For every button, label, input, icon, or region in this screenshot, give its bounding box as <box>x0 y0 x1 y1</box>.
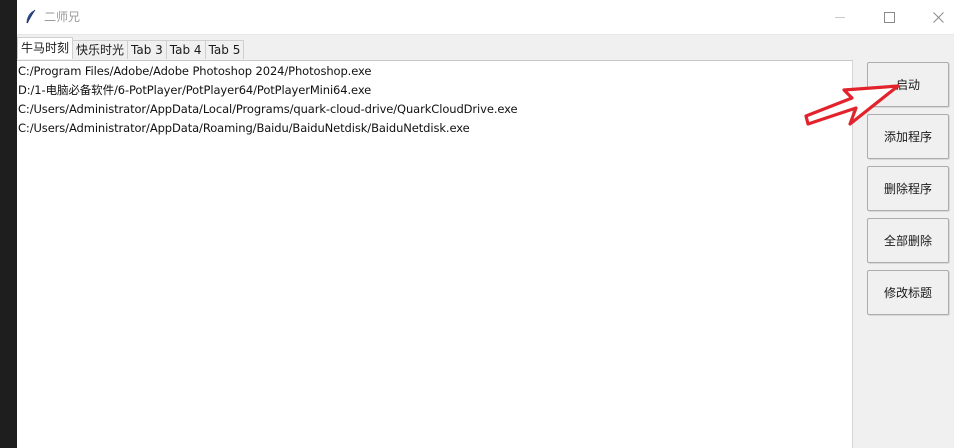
tab-3[interactable]: Tab 3 <box>127 40 167 59</box>
red-arrow-icon <box>804 84 900 126</box>
title-bar[interactable]: 二师兄 <box>17 0 954 35</box>
list-item[interactable]: C:/Users/Administrator/AppData/Roaming/B… <box>17 119 852 138</box>
maximize-icon <box>883 11 895 23</box>
edit-title-button[interactable]: 修改标题 <box>867 270 949 315</box>
program-listbox[interactable]: C:/Program Files/Adobe/Adobe Photoshop 2… <box>17 60 853 448</box>
tab-4[interactable]: Tab 4 <box>165 40 206 59</box>
list-item[interactable]: C:/Program Files/Adobe/Adobe Photoshop 2… <box>17 62 852 81</box>
tab-bar: 牛马时刻 快乐时光 Tab 3 Tab 4 Tab 5 <box>17 37 245 59</box>
close-button[interactable] <box>915 0 954 34</box>
list-item[interactable]: D:/1-电脑必备软件/6-PotPlayer/PotPlayer64/PotP… <box>17 81 852 100</box>
maximize-button[interactable] <box>866 0 912 34</box>
minimize-icon <box>835 17 845 18</box>
close-icon <box>932 11 944 23</box>
list-item[interactable]: C:/Users/Administrator/AppData/Local/Pro… <box>17 100 852 119</box>
tab-2[interactable]: 快乐时光 <box>72 40 129 59</box>
app-window: 二师兄 牛马时刻 快乐时光 Tab 3 Tab 4 Tab 5 C:/Progr… <box>17 0 954 448</box>
tab-5[interactable]: Tab 5 <box>204 40 245 59</box>
delete-program-button[interactable]: 删除程序 <box>867 166 949 211</box>
delete-all-button[interactable]: 全部删除 <box>867 218 949 263</box>
window-title: 二师兄 <box>44 10 81 24</box>
tab-1[interactable]: 牛马时刻 <box>17 37 74 59</box>
feather-icon <box>26 9 36 24</box>
minimize-button[interactable] <box>817 0 863 34</box>
